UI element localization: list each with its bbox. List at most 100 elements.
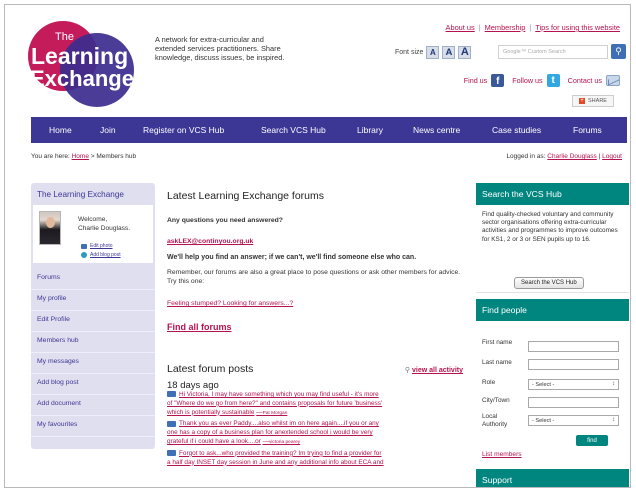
post-line: one has a copy of a business plan for an… [167,429,373,437]
breadcrumb-current: Members hub [96,153,137,160]
social-links: Find us f Follow us t Contact us [464,74,620,87]
facebook-icon[interactable]: f [491,74,505,87]
vcs-hub-box: Search the VCS Hub Find quality-checked … [476,183,629,293]
post-author[interactable]: victoria pearey [269,440,300,445]
user-icon [167,450,176,457]
site-search-input[interactable]: Google™ Custom Search [498,45,608,59]
edit-photo-link[interactable]: Edit photo [81,243,113,249]
separator: | [478,23,481,32]
add-blog-post-label: Add blog post [90,252,121,258]
font-size-large-button[interactable]: A [458,45,472,59]
forum-post-list: Hi Victoria, I may have something which … [167,391,463,467]
local-authority-select[interactable]: - Select - [528,415,619,426]
post-author[interactable]: Pat Morgan [263,411,288,416]
support-box: Support [476,469,629,487]
font-size-medium-button[interactable]: A [442,45,456,59]
breadcrumb-home[interactable]: Home [72,153,89,160]
top-links: About us | Membership | Tips for using this … [446,23,620,32]
sidebar-item-add-document[interactable]: Add document [31,395,155,416]
welcome-line: Welcome, [78,216,108,223]
logo-the: The [55,31,74,43]
city-input[interactable] [528,397,619,408]
learning-exchange-logo[interactable]: The Learning Exchange [27,14,145,110]
list-item[interactable]: Hi Victoria, I may have something which … [167,391,463,418]
tips-link[interactable]: Tips for using this website [535,23,620,32]
login-status: Logged in as: Charlie Douglass | Logout [506,153,622,160]
member-sidebar: The Learning Exchange Welcome, Charlie D… [31,183,155,449]
edit-photo-label: Edit photo [90,243,113,249]
find-us-label: Find us [463,76,488,85]
search-vcs-hub-button[interactable]: Search the VCS Hub [514,277,584,289]
find-all-forums-link[interactable]: Find all forums [167,322,232,332]
share-plus-icon: + [579,98,586,104]
post-age: 18 days ago [167,380,219,391]
feeling-stumped-link[interactable]: Feeling stumped? Looking for answers...? [167,300,293,307]
sidebar-item-forums[interactable]: Forums [31,269,155,290]
logged-in-user-link[interactable]: Charlie Douglass [547,153,597,160]
add-blog-post-link[interactable]: Add blog post [81,252,121,258]
logo-exchange: Exchange [30,66,134,91]
nav-news-centre[interactable]: News centre [413,125,460,135]
post-line: a half day INSET day session in June and… [167,458,384,466]
share-label: SHARE [588,98,607,104]
sidebar-item-my-messages[interactable]: My messages [31,353,155,374]
view-all-activity-label: view all activity [412,367,463,374]
sidebar-title: The Learning Exchange [37,190,124,199]
remember-text: Remember, our forums are also a great pl… [167,269,461,285]
last-name-input[interactable] [528,359,619,370]
vcs-hub-title: Search the VCS Hub [476,183,629,205]
search-icon[interactable]: ⚲ [611,44,626,59]
magnifier-icon: ⚲ [404,367,411,374]
list-members-link[interactable]: List members [482,451,522,458]
site-tagline: A network for extra-curricular and exten… [155,35,285,63]
local-authority-label: Local Authority [482,413,508,428]
list-item[interactable]: Forgot to ask...who provided the trainin… [167,450,463,468]
logged-in-prefix: Logged in as: [506,153,546,160]
nav-home[interactable]: Home [49,125,72,135]
sidebar-item-add-blog-post[interactable]: Add blog post [31,374,155,395]
font-size-small-button[interactable]: A [426,45,440,59]
asklex-email-link[interactable]: askLEX@continyou.org.uk [167,238,253,245]
role-select[interactable]: - Select - [528,379,619,390]
nav-forums[interactable]: Forums [573,125,602,135]
about-us-link[interactable]: About us [446,23,475,32]
welcome-user-name: Charlie Douglass. [78,225,131,232]
nav-search-vcs-hub[interactable]: Search VCS Hub [261,125,326,135]
questions-text: Any questions you need answered? [167,217,283,224]
sidebar-item-edit-profile[interactable]: Edit Profile [31,311,155,332]
mail-icon[interactable] [606,75,620,86]
blog-icon [81,252,87,258]
find-people-title: Find people [476,299,629,321]
nav-case-studies[interactable]: Case studies [492,125,541,135]
user-icon [167,391,176,398]
logout-link[interactable]: Logout [602,153,622,160]
separator: | [529,23,532,32]
post-line: Forgot to ask...who provided the trainin… [179,449,382,457]
sidebar-item-members-hub[interactable]: Members hub [31,332,155,353]
find-people-box: Find people First name Last name Role - … [476,299,629,463]
share-button[interactable]: + SHARE [572,95,614,107]
photo-icon [81,243,87,249]
nav-library[interactable]: Library [357,125,383,135]
contact-us-link[interactable]: Contact us [568,76,602,85]
view-all-activity-link[interactable]: ⚲ view all activity [405,366,463,374]
nav-register-vcs-hub[interactable]: Register on VCS Hub [143,125,224,135]
role-label: Role [482,379,496,386]
welcome-text: Welcome, Charlie Douglass. [78,215,130,233]
sidebar-menu: Forums My profile Edit Profile Members h… [31,269,155,437]
list-item[interactable]: Thank you as ever Paddy....also whilst i… [167,420,463,447]
sidebar-item-my-favourites[interactable]: My favourites [31,416,155,437]
twitter-icon[interactable]: t [546,74,560,87]
post-line: of "Where do we go from here?" and conta… [167,399,383,407]
find-people-button[interactable]: find [576,435,608,446]
city-label: City/Town [482,397,510,404]
breadcrumb: You are here: Home > Members hub [31,153,136,160]
post-line: Thank you as ever Paddy....also whilst i… [179,420,379,428]
first-name-input[interactable] [528,341,619,352]
membership-link[interactable]: Membership [485,23,526,32]
sidebar-item-my-profile[interactable]: My profile [31,290,155,311]
nav-join[interactable]: Join [100,125,116,135]
font-size-control: Font size A A A [395,45,472,59]
profile-card: Welcome, Charlie Douglass. Edit photo Ad… [33,205,153,263]
browser-page: The Learning Exchange A network for extr… [4,4,631,488]
